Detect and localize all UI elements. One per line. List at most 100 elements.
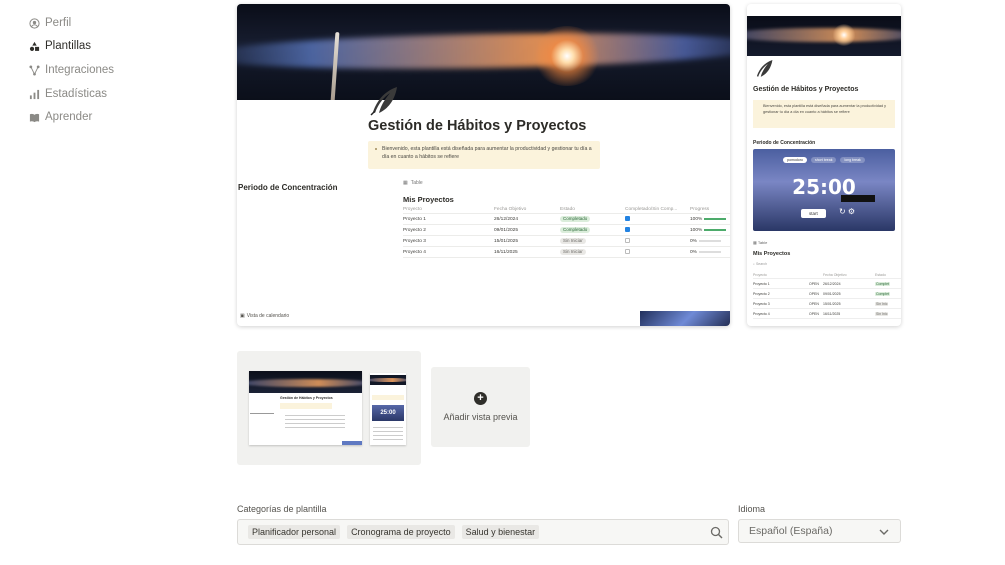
book-icon [28, 111, 40, 123]
thumbnail-desktop: Gestión de Hábitos y Proyectos [249, 371, 362, 445]
timer-tab: long break [840, 157, 865, 163]
sidebar-item-estadisticas[interactable]: Estadísticas [28, 84, 107, 104]
status-badge: Completado [560, 216, 591, 222]
progress-text: 0% [690, 238, 697, 244]
preview-thumbnail[interactable]: Gestión de Hábitos y Proyectos 25:00 [237, 351, 421, 465]
done-checkbox [625, 216, 630, 222]
status-badge: Complet [875, 281, 891, 286]
language-select[interactable]: Español (España) [738, 519, 901, 543]
open-tag: OPEN [809, 291, 819, 296]
project-name: Proyecto 4 [753, 311, 770, 316]
progress-bar [704, 218, 727, 220]
progress-bar [698, 240, 721, 242]
column-header: Estado [875, 272, 886, 277]
progress-text: 100% [690, 227, 703, 233]
table-row: Proyecto 2 09/01/2025 Completado 100% [403, 225, 730, 236]
project-date: 09/01/2025 [494, 227, 519, 233]
timer-tab: pomodoro [783, 157, 807, 163]
progress-bar [698, 251, 721, 253]
status-badge: Completado [560, 227, 591, 233]
done-checkbox [625, 249, 630, 255]
category-chip[interactable]: Salud y bienestar [461, 525, 540, 539]
project-name: Proyecto 3 [753, 301, 770, 306]
quill-icon [367, 84, 401, 118]
table-title: Mis Proyectos [753, 251, 791, 257]
add-preview-label: Añadir vista previa [443, 412, 518, 422]
table-header: Proyecto Fecha Objetivo Estado Completad… [403, 205, 730, 214]
tooltip [841, 195, 875, 202]
cover-image [237, 4, 730, 100]
user-circle-icon [28, 17, 40, 29]
status-badge: Sin Inic [875, 301, 889, 306]
table-row: Proyecto 3 OPEN 15/01/2025 Sin Inic [753, 299, 901, 309]
timer-tab: short break [810, 157, 837, 163]
project-name: Proyecto 1 [403, 216, 426, 222]
projects-table: ▦ Table Mis Proyectos Proyecto Fecha Obj… [403, 179, 730, 258]
categories-input[interactable]: Planificador personal Cronograma de proy… [237, 519, 729, 545]
settings-sidebar: Perfil Plantillas Integraciones Estadíst… [0, 0, 200, 565]
project-date: 26/12/2024 [823, 281, 841, 286]
table-tab: ▦ Table [403, 179, 730, 187]
table-row: Proyecto 4 16/11/2025 Sin Iniciar 0% [403, 247, 730, 258]
chevron-down-icon [878, 526, 890, 538]
thumbnail-timer: 25:00 [372, 405, 404, 421]
progress-text: 100% [690, 216, 703, 222]
sidebar-item-label: Plantillas [45, 40, 92, 52]
status-badge: Sin Iniciar [560, 249, 586, 255]
welcome-callout: Bienvenido, esta plantilla está diseñada… [753, 100, 895, 128]
chart-icon [28, 88, 40, 100]
sidebar-item-aprender[interactable]: Aprender [28, 107, 92, 127]
template-mobile-preview[interactable]: Gestión de Hábitos y Proyectos Bienvenid… [747, 4, 901, 326]
nodes-icon [28, 64, 40, 76]
category-chip[interactable]: Planificador personal [248, 525, 341, 539]
categories-label: Categorías de plantilla [237, 504, 327, 514]
add-preview-button[interactable]: + Añadir vista previa [431, 367, 530, 447]
plus-icon: + [474, 392, 487, 405]
category-chip[interactable]: Cronograma de proyecto [347, 525, 455, 539]
project-date: 15/01/2025 [494, 238, 519, 244]
table-row: Proyecto 1 OPEN 26/12/2024 Complet [753, 279, 901, 289]
search-icon[interactable] [710, 526, 723, 539]
quill-icon [753, 58, 775, 80]
calendar-icon: ▣ [240, 313, 245, 319]
calendar-view-label: ▣ Vista de calendario [240, 313, 289, 319]
project-date: 26/12/2024 [494, 216, 519, 222]
language-value: Español (España) [749, 525, 833, 537]
sidebar-item-perfil[interactable]: Perfil [28, 13, 71, 33]
template-desktop-preview[interactable]: Gestión de Hábitos y Proyectos Bienvenid… [237, 4, 730, 326]
column-header: Fecha Objetivo [823, 272, 847, 277]
column-header: Completado/Sin Comp... [625, 206, 678, 212]
column-header: Estado [560, 206, 575, 212]
project-name: Proyecto 3 [403, 238, 426, 244]
open-tag: OPEN [809, 301, 819, 306]
table-tab-label: Table [410, 180, 423, 186]
sidebar-item-label: Integraciones [45, 64, 115, 76]
shapes-icon [28, 40, 40, 52]
project-name: Proyecto 4 [403, 249, 426, 255]
open-tag: OPEN [809, 281, 819, 286]
project-date: 16/11/2025 [494, 249, 518, 255]
projects-table: Proyecto Fecha Objetivo Estado Proyecto … [753, 271, 901, 319]
sidebar-item-plantillas[interactable]: Plantillas [28, 36, 91, 56]
column-header: Progress [690, 206, 710, 212]
cover-image [747, 16, 901, 56]
search-label: ⌕ Search [753, 262, 768, 266]
sidebar-item-label: Aprender [45, 111, 93, 123]
table-title: Mis Proyectos [403, 195, 454, 204]
project-name: Proyecto 2 [753, 291, 770, 296]
column-header: Fecha Objetivo [494, 206, 527, 212]
sidebar-item-integraciones[interactable]: Integraciones [28, 60, 114, 80]
search-text: Search [755, 262, 768, 266]
sidebar-item-label: Perfil [45, 17, 72, 29]
open-tag: OPEN [809, 311, 819, 316]
concentration-heading: Periodo de Concentración [753, 140, 816, 146]
page-title: Gestión de Hábitos y Proyectos [368, 118, 587, 134]
start-button: start [801, 209, 826, 218]
table-icon: ▦ [403, 180, 408, 186]
project-date: 16/11/2025 [823, 311, 841, 316]
thumbnail-title: Gestión de Hábitos y Proyectos [280, 396, 333, 400]
project-date: 15/01/2025 [823, 301, 841, 306]
column-header: Proyecto [753, 272, 767, 277]
table-tab: ▦ Table [753, 240, 768, 245]
column-header: Proyecto [403, 206, 422, 212]
